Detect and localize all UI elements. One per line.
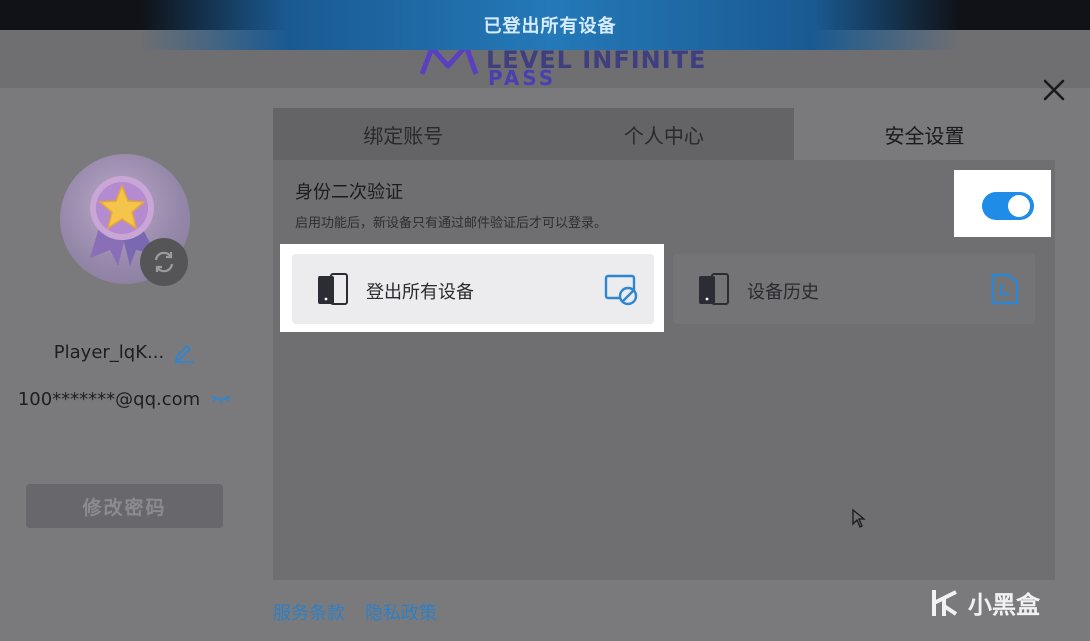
username-row: Player_lqK... bbox=[0, 338, 250, 366]
logout-device-icon bbox=[604, 274, 638, 306]
device-history-card[interactable]: 设备历史 bbox=[673, 254, 1035, 324]
watermark-text: 小黑盒 bbox=[968, 591, 1040, 619]
email-row: 100*******@qq.com bbox=[0, 385, 250, 413]
change-avatar-button[interactable] bbox=[140, 238, 188, 286]
xiaoheihe-watermark: 小黑盒 bbox=[928, 585, 1040, 620]
device-icon bbox=[318, 273, 348, 305]
close-icon bbox=[1043, 79, 1065, 101]
tab-bind-account[interactable]: 绑定账号 bbox=[273, 108, 534, 160]
mouse-cursor-icon bbox=[852, 508, 866, 528]
account-modal: LEVEL INFINITE PASS Player_lqK... 100***… bbox=[0, 30, 1090, 641]
terms-link[interactable]: 服务条款 bbox=[273, 599, 345, 625]
logout-all-label: 登出所有设备 bbox=[366, 282, 474, 303]
avatar-block bbox=[60, 154, 192, 286]
two-factor-toggle[interactable] bbox=[982, 192, 1034, 220]
watermark-logo-icon bbox=[932, 589, 958, 616]
privacy-link[interactable]: 隐私政策 bbox=[365, 599, 437, 625]
two-factor-toggle-highlight bbox=[954, 170, 1051, 237]
settings-panel: 绑定账号 个人中心 安全设置 身份二次验证 启用功能后，新设备只有通过邮件验证后… bbox=[273, 108, 1055, 580]
eye-closed-icon[interactable] bbox=[210, 392, 232, 406]
email: 100*******@qq.com bbox=[17, 388, 201, 410]
device-history-label: 设备历史 bbox=[747, 282, 819, 303]
logout-all-highlight: 登出所有设备 bbox=[280, 244, 664, 332]
footer-links: 服务条款 隐私政策 bbox=[273, 599, 437, 625]
edit-icon[interactable] bbox=[172, 341, 196, 363]
tab-personal-center[interactable]: 个人中心 bbox=[533, 108, 795, 160]
toast-notification: 已登出所有设备 bbox=[140, 0, 960, 50]
history-document-icon bbox=[991, 273, 1019, 305]
toggle-knob bbox=[1008, 195, 1030, 217]
device-icon bbox=[699, 273, 729, 305]
logout-all-devices-card[interactable]: 登出所有设备 bbox=[292, 254, 654, 324]
two-factor-description: 启用功能后，新设备只有通过邮件验证后才可以登录。 bbox=[295, 216, 608, 231]
change-password-button[interactable]: 修改密码 bbox=[26, 484, 223, 528]
tab-security-settings[interactable]: 安全设置 bbox=[794, 108, 1055, 160]
two-factor-title: 身份二次验证 bbox=[295, 182, 403, 203]
username: Player_lqK... bbox=[53, 341, 165, 363]
refresh-icon bbox=[154, 251, 174, 273]
close-button[interactable] bbox=[1038, 74, 1070, 106]
logo-subtext: PASS bbox=[488, 66, 557, 90]
tab-bar: 绑定账号 个人中心 安全设置 bbox=[273, 108, 1055, 160]
